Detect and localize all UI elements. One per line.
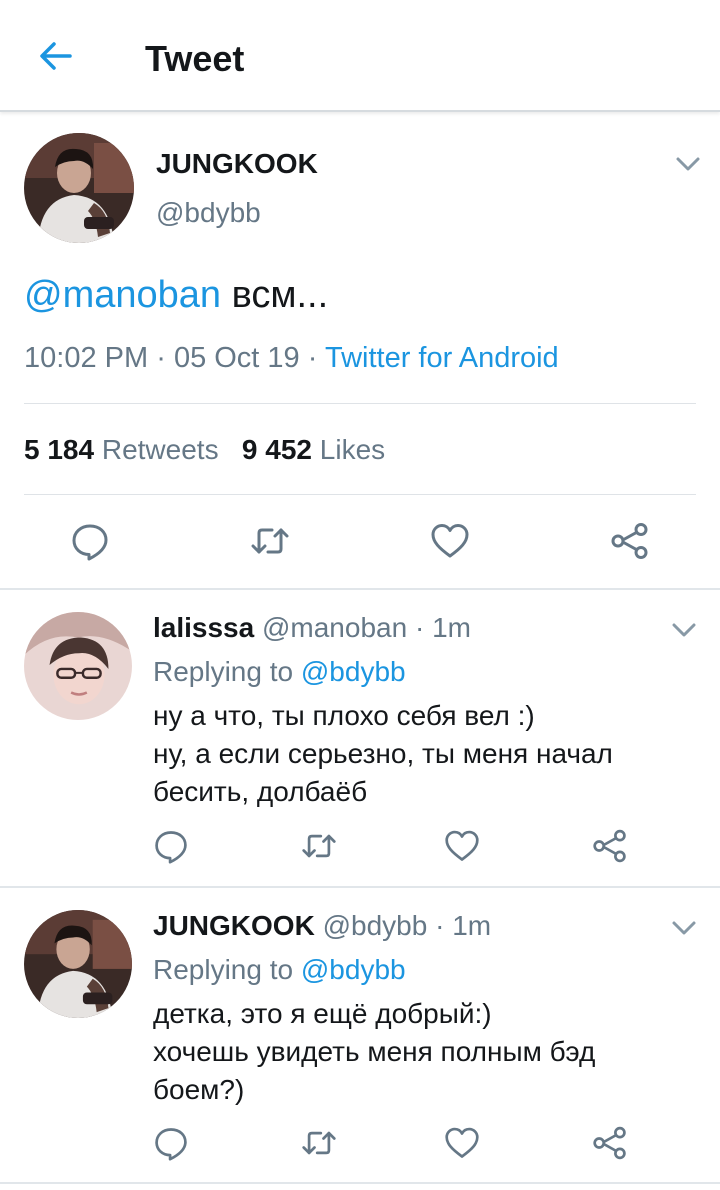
likes-label: Likes	[319, 434, 386, 465]
reply-menu-button[interactable]	[670, 620, 698, 640]
retweet-button[interactable]	[301, 1125, 337, 1161]
mention-link[interactable]: @manoban	[24, 274, 221, 316]
retweet-button[interactable]	[250, 521, 290, 561]
divider	[24, 403, 696, 404]
section-divider	[0, 886, 720, 888]
likes-stat[interactable]: 9 452 Likes	[242, 434, 385, 465]
share-button[interactable]	[610, 521, 650, 561]
tweet-body: всм...	[231, 274, 329, 316]
heart-icon	[444, 1125, 480, 1161]
replying-to-link[interactable]: @bdybb	[301, 954, 406, 985]
share-button[interactable]	[592, 1125, 628, 1161]
avatar[interactable]	[24, 910, 132, 1018]
retweets-stat[interactable]: 5 184 Retweets	[24, 434, 219, 465]
tweet-text: @manoban всм...	[24, 274, 328, 317]
reply-line: детка, это я ещё добрый:)	[153, 998, 492, 1029]
share-icon	[592, 828, 628, 864]
chevron-down-icon	[674, 154, 702, 174]
reply-button[interactable]	[70, 521, 110, 561]
share-icon	[592, 1125, 628, 1161]
tweet-menu-button[interactable]	[674, 154, 702, 174]
chevron-down-icon	[670, 620, 698, 640]
retweet-icon	[301, 1125, 337, 1161]
retweet-icon	[301, 828, 337, 864]
divider	[24, 494, 696, 495]
page-title: Tweet	[145, 38, 245, 79]
reply-icon	[70, 521, 110, 561]
meta-separator: ·	[414, 612, 425, 643]
chevron-down-icon	[670, 918, 698, 938]
back-button[interactable]	[36, 36, 76, 76]
reply-button[interactable]	[153, 1125, 189, 1161]
reply-age: 1m	[452, 910, 492, 941]
replying-to: Replying to @bdybb	[153, 954, 406, 986]
replying-prefix: Replying to	[153, 656, 294, 687]
meta-separator: ·	[435, 910, 445, 941]
avatar[interactable]	[24, 612, 132, 720]
reply-author-name[interactable]: lalisssa	[153, 612, 254, 643]
replying-to-link[interactable]: @bdybb	[301, 656, 406, 687]
reply-button[interactable]	[153, 828, 189, 864]
like-button[interactable]	[430, 521, 470, 561]
retweet-button[interactable]	[301, 828, 337, 864]
retweets-count: 5 184	[24, 434, 95, 465]
reply-line: хочешь увидеть меня полным бэд	[153, 1036, 596, 1067]
share-icon	[610, 521, 650, 561]
tweet-date: 05 Oct 19	[173, 342, 300, 374]
meta-separator: ·	[156, 342, 166, 374]
replying-to: Replying to @bdybb	[153, 656, 406, 688]
share-button[interactable]	[592, 828, 628, 864]
reply-icon	[153, 1125, 189, 1161]
likes-count: 9 452	[241, 434, 312, 465]
reply-menu-button[interactable]	[670, 918, 698, 938]
section-divider	[0, 588, 720, 590]
reply-author-handle[interactable]: @bdybb	[323, 910, 428, 941]
arrow-left-icon	[40, 42, 72, 70]
tweet-meta: 10:02 PM · 05 Oct 19 · Twitter for Andro…	[24, 342, 559, 375]
section-divider	[0, 1182, 720, 1184]
retweet-icon	[250, 521, 290, 561]
top-app-bar: Tweet	[0, 0, 720, 112]
heart-icon	[444, 828, 480, 864]
reply-line: боем?)	[153, 1074, 245, 1105]
reply-text: детка, это я ещё добрый:) хочешь увидеть…	[153, 995, 595, 1109]
engagement-stats: 5 184 Retweets 9 452 Likes	[24, 434, 385, 466]
reply-header: JUNGKOOK @bdybb · 1m	[153, 910, 491, 942]
avatar[interactable]	[24, 133, 134, 243]
reply-line: ну а что, ты плохо себя вел :)	[153, 700, 535, 731]
reply-author-handle[interactable]: @manoban	[262, 612, 407, 643]
retweets-label: Retweets	[101, 434, 219, 465]
author-name[interactable]: JUNGKOOK	[156, 148, 318, 180]
heart-icon	[430, 521, 470, 561]
like-button[interactable]	[444, 828, 480, 864]
reply-author-name[interactable]: JUNGKOOK	[153, 910, 315, 941]
reply-line: бесить, долбаёб	[153, 776, 368, 807]
reply-age: 1m	[432, 612, 471, 643]
meta-separator: ·	[307, 342, 318, 374]
reply-text: ну а что, ты плохо себя вел :) ну, а есл…	[153, 697, 613, 811]
like-button[interactable]	[444, 1125, 480, 1161]
author-handle[interactable]: @bdybb	[156, 197, 261, 229]
source-link[interactable]: Twitter for Android	[325, 342, 559, 374]
reply-icon	[153, 828, 189, 864]
reply-header: lalisssa @manoban · 1m	[153, 612, 471, 644]
tweet-time: 10:02 PM	[24, 342, 149, 374]
replying-prefix: Replying to	[153, 954, 294, 985]
reply-line: ну, а если серьезно, ты меня начал	[153, 738, 613, 769]
